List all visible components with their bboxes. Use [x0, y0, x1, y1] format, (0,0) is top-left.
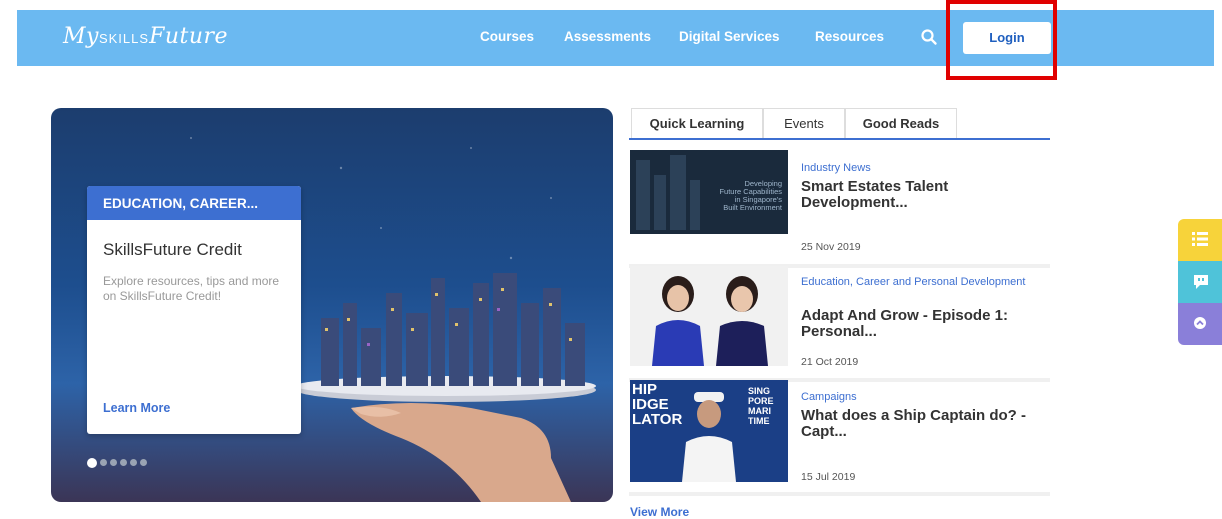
hero-card-title: SkillsFuture Credit	[103, 240, 242, 259]
presenters-photo	[652, 276, 768, 366]
article-category: Industry News	[801, 162, 871, 174]
carousel-dot[interactable]	[120, 459, 127, 466]
list-icon	[1192, 232, 1208, 246]
myskillsfuture-logo[interactable]: MySKILLSFuture	[63, 24, 228, 49]
carousel-dot[interactable]	[130, 459, 137, 466]
carousel-dot[interactable]	[110, 459, 117, 466]
view-more-link[interactable]: View More	[630, 505, 689, 519]
hero-card-category: EDUCATION, CAREER...	[87, 186, 301, 220]
carousel-indicators	[87, 458, 147, 468]
side-chat-button[interactable]	[1178, 261, 1222, 303]
thumb-line: Built Environment	[723, 203, 782, 212]
captain-photo	[682, 392, 736, 482]
search-icon[interactable]	[920, 28, 938, 46]
article-item[interactable]: HIP IDGE LATOR SING PORE MARI TIME Campa…	[629, 378, 1050, 496]
learn-more-link[interactable]: Learn More	[103, 401, 170, 415]
carousel-dot[interactable]	[87, 458, 97, 468]
side-list-button[interactable]	[1178, 219, 1222, 261]
carousel-dot[interactable]	[100, 459, 107, 466]
article-title[interactable]: Smart Estates Talent Development...	[801, 179, 1041, 211]
article-title[interactable]: Adapt And Grow - Episode 1: Personal...	[801, 308, 1041, 340]
nav-resources[interactable]: Resources	[815, 29, 884, 44]
article-item[interactable]: Developing Future Capabilities in Singap…	[629, 150, 1050, 268]
article-category: Campaigns	[801, 391, 857, 403]
content-tabs: Quick Learning Events Good Reads	[629, 108, 1050, 140]
nav-courses[interactable]: Courses	[480, 29, 534, 44]
hero-card-description: Explore resources, tips and more on Skil…	[103, 274, 280, 303]
logo-middle: SKILLS	[98, 31, 150, 46]
carousel-dot[interactable]	[140, 459, 147, 466]
tab-quick-learning[interactable]: Quick Learning	[631, 108, 763, 138]
tab-events[interactable]: Events	[763, 108, 845, 138]
tab-good-reads[interactable]: Good Reads	[845, 108, 957, 138]
scroll-up-icon	[1194, 317, 1206, 329]
chat-icon	[1194, 275, 1208, 289]
hero-card: EDUCATION, CAREER... SkillsFuture Credit…	[87, 186, 301, 434]
article-item[interactable]: Education, Career and Personal Developme…	[629, 264, 1050, 382]
logo-prefix: My	[63, 24, 99, 49]
article-title[interactable]: What does a Ship Captain do? - Capt...	[801, 408, 1041, 440]
side-scroll-top-button[interactable]	[1178, 303, 1222, 345]
article-thumbnail	[630, 266, 788, 366]
article-category: Education, Career and Personal Developme…	[801, 276, 1026, 288]
article-thumbnail: HIP IDGE LATOR SING PORE MARI TIME	[630, 380, 788, 482]
logo-suffix: Future	[149, 24, 229, 49]
nav-digital-services[interactable]: Digital Services	[679, 29, 780, 44]
hero-banner[interactable]: EDUCATION, CAREER... SkillsFuture Credit…	[51, 108, 613, 502]
login-button[interactable]: Login	[963, 22, 1051, 54]
article-date: 21 Oct 2019	[801, 356, 859, 368]
article-date: 15 Jul 2019	[801, 471, 856, 483]
article-thumbnail: Developing Future Capabilities in Singap…	[630, 150, 788, 242]
top-nav-bar: MySKILLSFuture Courses Assessments Digit…	[17, 10, 1214, 66]
article-date: 25 Nov 2019	[801, 241, 861, 253]
nav-assessments[interactable]: Assessments	[564, 29, 651, 44]
